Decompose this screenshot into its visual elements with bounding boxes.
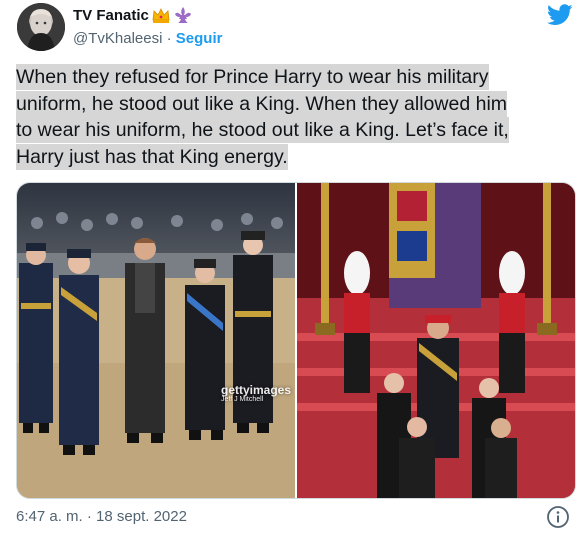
photo-vigil[interactable] [297, 183, 575, 498]
photo-procession[interactable]: gettyimages Jeff J Mitchell [17, 183, 295, 498]
tweet-media: gettyimages Jeff J Mitchell [16, 182, 576, 499]
avatar[interactable] [17, 3, 65, 51]
follow-button[interactable]: Seguir [176, 30, 223, 47]
watermark-credit: Jeff J Mitchell [221, 396, 264, 403]
crown-emoji-icon [152, 8, 170, 23]
tweet-line: Harry just has that King energy. [16, 143, 288, 170]
photo-vigil-image [297, 183, 575, 498]
photo-procession-image [17, 183, 295, 498]
tweet-text: When they refused for Prince Harry to we… [16, 64, 576, 170]
author-handle[interactable]: @TvKhaleesi [73, 30, 162, 47]
info-icon[interactable] [546, 505, 570, 529]
separator-dot: · [166, 30, 172, 47]
twitter-bird-icon[interactable] [547, 4, 573, 26]
author-handle-row: @TvKhaleesi · Seguir [73, 30, 222, 47]
avatar-image [17, 3, 65, 51]
getty-watermark: gettyimages Jeff J Mitchell [221, 383, 291, 403]
tweet-line: to wear his uniform, he stood out like a… [16, 117, 509, 143]
author-name-row[interactable]: TV Fanatic [73, 6, 193, 24]
fleur-de-lis-emoji-icon [174, 7, 191, 23]
author-display-name[interactable]: TV Fanatic [73, 7, 149, 24]
tweet-timestamp[interactable]: 6:47 a. m. · 18 sept. 2022 [16, 508, 187, 525]
watermark-brand: gettyimages [221, 383, 292, 397]
tweet-line: uniform, he stood out like a King. When … [16, 90, 508, 117]
tweet-line: When they refused for Prince Harry to we… [16, 64, 489, 90]
